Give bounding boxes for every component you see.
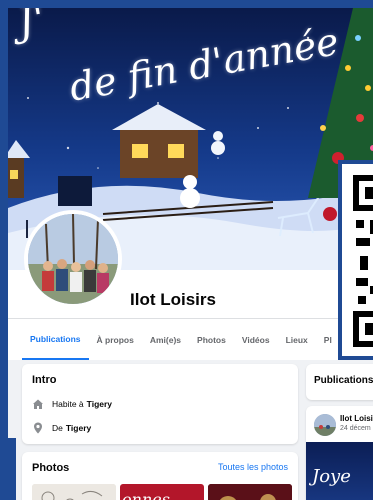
all-photos-link[interactable]: Toutes les photos bbox=[218, 462, 288, 472]
intro-from-prefix: De bbox=[52, 423, 63, 433]
tab-more[interactable]: Pl bbox=[316, 319, 340, 360]
group-photo-image bbox=[28, 214, 118, 304]
post-date[interactable]: 24 décem bbox=[340, 425, 371, 432]
qr-code-overlay bbox=[338, 160, 373, 360]
tab-about[interactable]: À propos bbox=[89, 319, 142, 360]
tab-photos[interactable]: Photos bbox=[189, 319, 234, 360]
tab-publications[interactable]: Publications bbox=[22, 319, 89, 360]
photo-thumbnail-text: onnes bbox=[122, 490, 170, 500]
intro-title: Intro bbox=[32, 374, 57, 386]
photos-title: Photos bbox=[32, 462, 70, 474]
publications-header-card: Publications bbox=[306, 364, 373, 400]
intro-from-value[interactable]: Tigery bbox=[66, 423, 91, 433]
intro-card: Intro Habite à Tigery De Tigery bbox=[22, 364, 298, 444]
post-image[interactable]: Joye bbox=[306, 442, 373, 500]
post-author-avatar[interactable] bbox=[314, 414, 336, 436]
post-author-name[interactable]: Ilot Loisirs bbox=[340, 414, 373, 423]
location-pin-icon bbox=[34, 422, 42, 434]
photos-card: Photos Toutes les photos onnes bbox=[22, 452, 298, 500]
tab-places[interactable]: Lieux bbox=[278, 319, 316, 360]
post-image-text: Joye bbox=[312, 466, 351, 487]
tab-videos[interactable]: Vidéos bbox=[234, 319, 278, 360]
drawing-thumbnail-image bbox=[32, 484, 116, 500]
facebook-page-screen: J' de fin d'année Ilot Loisirs Publicati… bbox=[8, 8, 373, 500]
intro-row-from: De Tigery bbox=[32, 422, 91, 434]
intro-row-lives-in: Habite à Tigery bbox=[32, 398, 112, 410]
photo-thumbnail[interactable] bbox=[208, 484, 292, 500]
qr-code-image bbox=[342, 164, 373, 356]
frame-edge bbox=[8, 438, 16, 500]
profile-tabs: Publications À propos Ami(e)s Photos Vid… bbox=[8, 318, 373, 360]
photo-thumbnail[interactable]: onnes bbox=[120, 484, 204, 500]
post-avatar-image bbox=[314, 414, 336, 436]
profile-avatar[interactable] bbox=[24, 210, 122, 308]
festive-thumbnail-image bbox=[208, 484, 292, 500]
intro-lives-in-prefix: Habite à bbox=[52, 399, 84, 409]
page-title: Ilot Loisirs bbox=[130, 290, 216, 309]
tab-friends[interactable]: Ami(e)s bbox=[142, 319, 189, 360]
publications-title: Publications bbox=[314, 375, 373, 386]
post-card[interactable]: Ilot Loisirs 24 décem Joye bbox=[306, 406, 373, 500]
home-icon bbox=[33, 399, 43, 409]
intro-lives-in-value[interactable]: Tigery bbox=[87, 399, 112, 409]
photo-thumbnail[interactable] bbox=[32, 484, 116, 500]
